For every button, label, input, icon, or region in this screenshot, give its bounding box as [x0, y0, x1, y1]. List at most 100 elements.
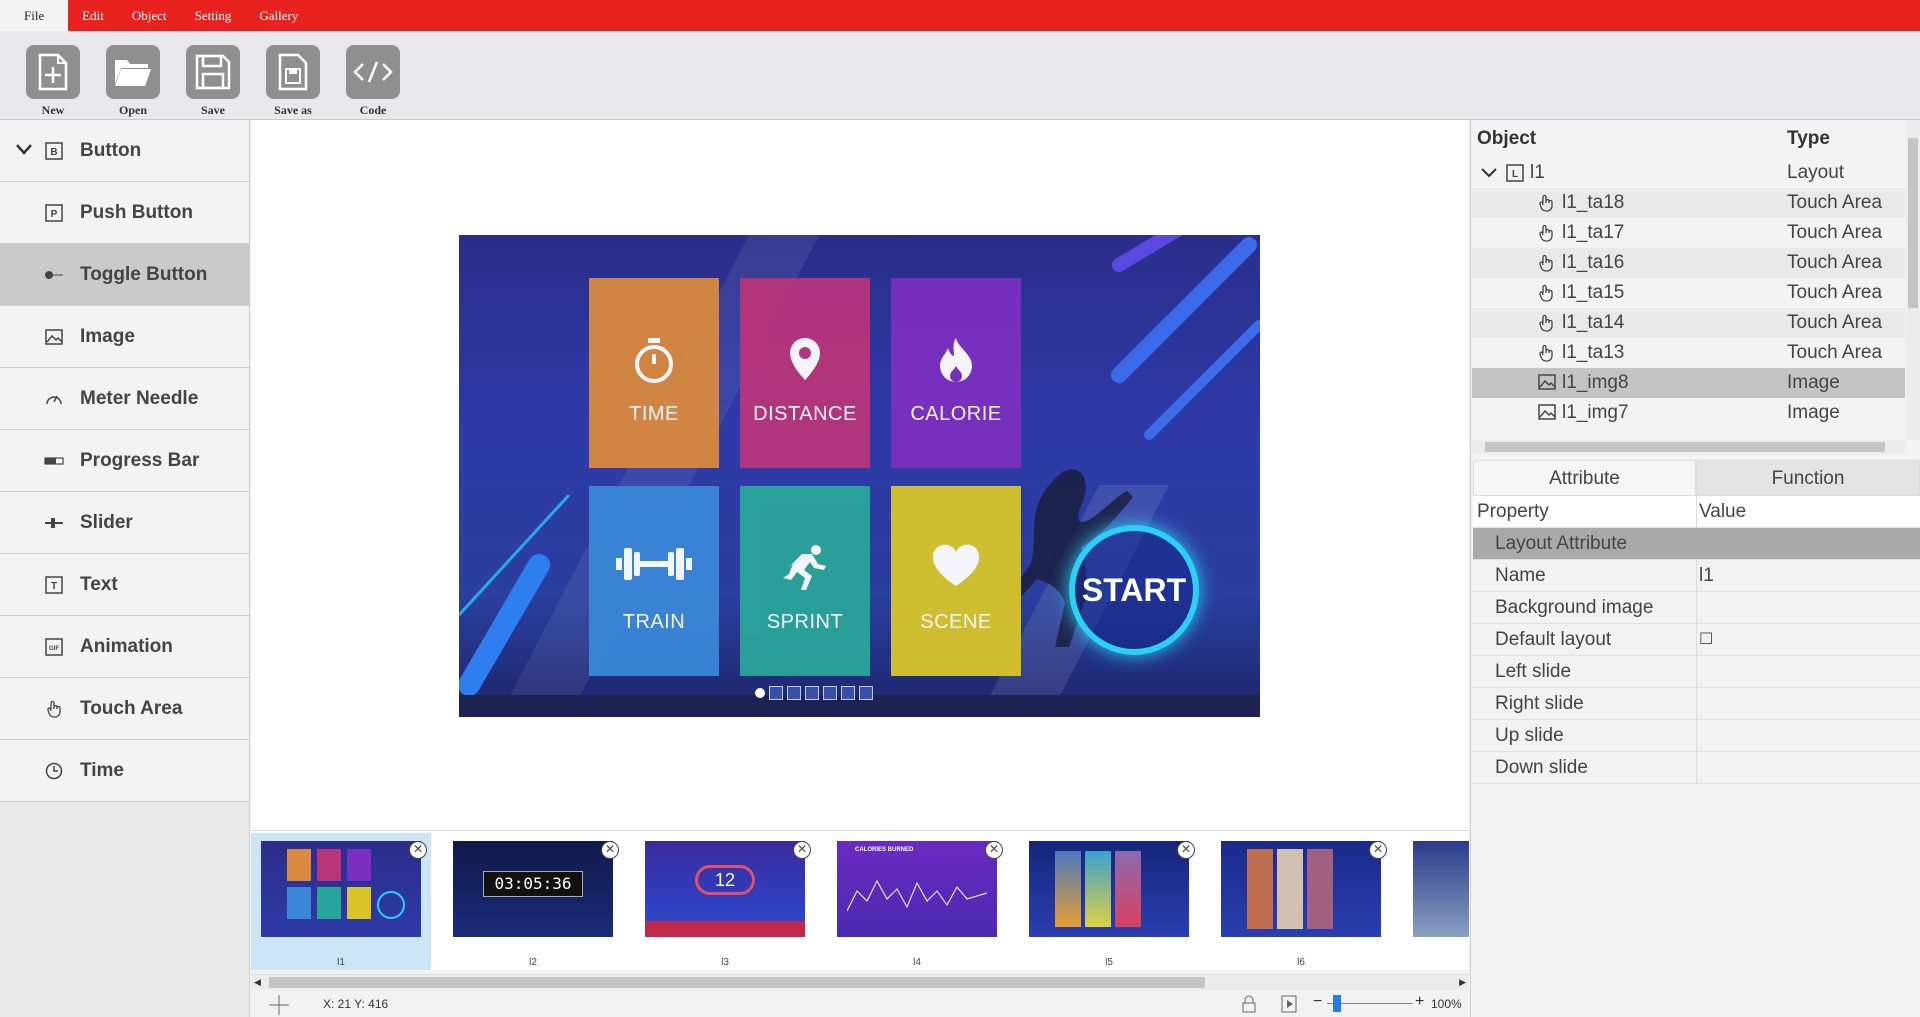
- property-row-default-layout[interactable]: Default layout ☐: [1473, 624, 1920, 656]
- tree-row[interactable]: l1_ta14 Touch Area: [1472, 308, 1905, 338]
- thumbnail-text: 03:05:36: [483, 871, 583, 897]
- tree-row[interactable]: l1_ta13 Touch Area: [1472, 338, 1905, 368]
- scroll-left-arrow[interactable]: ◀: [254, 977, 261, 988]
- page-dot: [859, 686, 873, 700]
- object-tree-scrollbar[interactable]: [1906, 120, 1920, 440]
- widget-meter-needle[interactable]: Meter Needle: [0, 368, 249, 430]
- thumbnail-scrollbar[interactable]: ◀ ▶: [251, 974, 1469, 990]
- new-button[interactable]: New: [13, 31, 93, 119]
- tree-row-selected[interactable]: l1_img8 Image: [1472, 368, 1905, 398]
- thumbnail-l2[interactable]: 03:05:36 ✕ l2: [443, 833, 623, 970]
- save-as-icon: [266, 45, 320, 99]
- object-tree-hscrollbar[interactable]: [1471, 440, 1906, 454]
- widget-toggle-button[interactable]: Toggle Button: [0, 244, 249, 306]
- page-dot: [823, 686, 837, 700]
- widget-label: Button: [80, 139, 142, 161]
- menu-setting[interactable]: Setting: [181, 0, 246, 31]
- menu-gallery[interactable]: Gallery: [245, 0, 312, 31]
- time-icon: [44, 761, 64, 781]
- object-name: l1_ta15: [1562, 282, 1625, 303]
- zoom-slider[interactable]: [1327, 995, 1413, 1012]
- property-row-down-slide[interactable]: Down slide: [1473, 752, 1920, 784]
- menu-edit[interactable]: Edit: [68, 0, 118, 31]
- scroll-right-arrow[interactable]: ▶: [1459, 977, 1466, 988]
- tile-scene[interactable]: SCENE: [891, 486, 1021, 676]
- type-column-header: Type: [1787, 128, 1830, 149]
- property-row-name[interactable]: Name l1: [1473, 560, 1920, 592]
- svg-text:T: T: [51, 581, 57, 592]
- tile-calorie[interactable]: CALORIE: [891, 278, 1021, 468]
- tree-row[interactable]: l1_ta15 Touch Area: [1472, 278, 1905, 308]
- object-name: l1: [1530, 162, 1545, 183]
- tile-time[interactable]: TIME: [589, 278, 719, 468]
- zoom-slider-thumb[interactable]: [1333, 995, 1341, 1012]
- widget-time[interactable]: Time: [0, 740, 249, 802]
- preview-play-icon[interactable]: [1281, 995, 1297, 1013]
- tile-sprint[interactable]: SPRINT: [740, 486, 870, 676]
- default-layout-checkbox[interactable]: ☐: [1699, 629, 1713, 649]
- tree-row[interactable]: l1_img7 Image: [1472, 398, 1905, 428]
- widget-progress-bar[interactable]: Progress Bar: [0, 430, 249, 492]
- tab-attribute[interactable]: Attribute: [1473, 460, 1696, 496]
- zoom-in-button[interactable]: +: [1415, 993, 1424, 1011]
- property-row-right-slide[interactable]: Right slide: [1473, 688, 1920, 720]
- tree-row[interactable]: l1_ta18 Touch Area: [1472, 188, 1905, 218]
- widget-push-button[interactable]: P Push Button: [0, 182, 249, 244]
- widget-slider[interactable]: Slider: [0, 492, 249, 554]
- property-value-input[interactable]: l1: [1699, 565, 1714, 587]
- cursor-coordinates: X: 21 Y: 416: [323, 997, 389, 1011]
- close-icon[interactable]: ✕: [1177, 841, 1195, 859]
- widget-image[interactable]: Image: [0, 306, 249, 368]
- tree-row[interactable]: l1_ta16 Touch Area: [1472, 248, 1905, 278]
- widget-touch-area[interactable]: Touch Area: [0, 678, 249, 740]
- property-row-left-slide[interactable]: Left slide: [1473, 656, 1920, 688]
- save-icon: [186, 45, 240, 99]
- tab-function[interactable]: Function: [1696, 460, 1920, 496]
- property-row-up-slide[interactable]: Up slide: [1473, 720, 1920, 752]
- code-button[interactable]: Code: [333, 31, 413, 119]
- touch-area-icon: [1539, 344, 1553, 362]
- thumbnail-l6[interactable]: ✕ l6: [1211, 833, 1391, 970]
- open-button[interactable]: Open: [93, 31, 173, 119]
- thumbnail-l7[interactable]: [1403, 833, 1469, 970]
- save-as-button[interactable]: Save as: [253, 31, 333, 119]
- scrollbar-thumb[interactable]: [269, 977, 1205, 988]
- widget-group-button[interactable]: B Button: [0, 120, 249, 182]
- save-button[interactable]: Save: [173, 31, 253, 119]
- zoom-out-button[interactable]: −: [1313, 993, 1322, 1011]
- touch-area-icon: [1539, 314, 1553, 332]
- tile-label: TRAIN: [622, 611, 686, 633]
- thumbnail-l1[interactable]: ✕ l1: [251, 833, 431, 970]
- scrollbar-thumb[interactable]: [1485, 442, 1885, 452]
- thumbnail-l5[interactable]: ✕ l5: [1019, 833, 1199, 970]
- thumbnail-l4[interactable]: CALORIES BURNED ✕ l4: [827, 833, 1007, 970]
- start-button[interactable]: START: [1069, 525, 1199, 655]
- widget-text[interactable]: T Text: [0, 554, 249, 616]
- thumbnail-image: [1221, 841, 1381, 937]
- close-icon[interactable]: ✕: [793, 841, 811, 859]
- close-icon[interactable]: ✕: [1369, 841, 1387, 859]
- object-name: l1_ta18: [1562, 192, 1625, 213]
- scrollbar-thumb[interactable]: [1908, 138, 1918, 308]
- image-icon: [44, 327, 64, 347]
- layout-preview[interactable]: TIME DISTANCE CALORIE TRAIN SPRINT SCENE…: [459, 235, 1260, 717]
- lock-icon[interactable]: [1241, 995, 1257, 1013]
- tree-row[interactable]: l1_ta17 Touch Area: [1472, 218, 1905, 248]
- close-icon[interactable]: ✕: [601, 841, 619, 859]
- property-row-background-image[interactable]: Background image: [1473, 592, 1920, 624]
- menu-object[interactable]: Object: [118, 0, 181, 31]
- thumbnail-l3[interactable]: 12 ✕ l3: [635, 833, 815, 970]
- property-section-header[interactable]: Layout Attribute: [1473, 528, 1920, 560]
- tree-row-layout[interactable]: L l1 Layout: [1472, 158, 1905, 188]
- touch-area-icon: [44, 699, 64, 719]
- page-dot: [805, 686, 819, 700]
- widget-animation[interactable]: GIF Animation: [0, 616, 249, 678]
- tile-distance[interactable]: DISTANCE: [740, 278, 870, 468]
- menu-file[interactable]: File: [0, 0, 69, 31]
- runner-icon: [740, 544, 870, 590]
- tile-train[interactable]: TRAIN: [589, 486, 719, 676]
- close-icon[interactable]: ✕: [985, 841, 1003, 859]
- close-icon[interactable]: ✕: [409, 841, 427, 859]
- chevron-down-icon[interactable]: [1480, 166, 1498, 180]
- flame-icon: [891, 336, 1021, 382]
